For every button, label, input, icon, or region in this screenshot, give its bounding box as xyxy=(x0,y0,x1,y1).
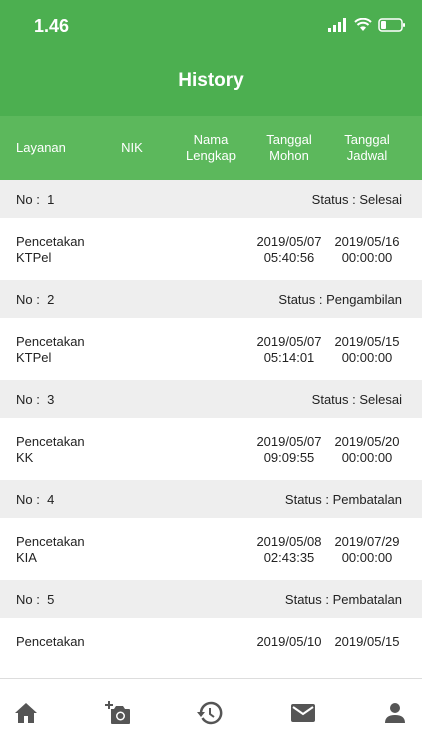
layanan-cell: Pencetakan KIA xyxy=(16,534,85,565)
history-list[interactable]: No : 1 Status : Selesai Pencetakan KTPel… xyxy=(0,180,422,678)
mail-icon xyxy=(291,704,315,722)
table-header: Layanan NIK Nama Lengkap Tanggal Mohon T… xyxy=(0,116,422,180)
app-bar: History xyxy=(0,52,422,116)
tanggal-mohon-cell: 2019/05/07 05:40:56 xyxy=(256,234,322,265)
table-row[interactable]: Pencetakan KTPel 2019/05/07 05:14:01 201… xyxy=(0,318,422,380)
tanggal-mohon-cell: 2019/05/07 05:14:01 xyxy=(256,334,322,365)
tanggal-jadwal-cell: 2019/05/15 00:00:00 xyxy=(334,334,400,365)
nav-profile-button[interactable] xyxy=(373,691,417,735)
record-status: Status : Pembatalan xyxy=(284,491,402,507)
record-header: No : 2 Status : Pengambilan xyxy=(0,280,422,318)
add-photo-icon xyxy=(105,701,130,724)
tanggal-mohon-cell: 2019/05/07 09:09:55 xyxy=(256,434,322,465)
page-title: History xyxy=(178,70,244,91)
tanggal-jadwal-cell: 2019/05/15 xyxy=(334,634,400,649)
record-number: No : 5 xyxy=(16,591,55,607)
tanggal-jadwal-cell: 2019/07/29 00:00:00 xyxy=(334,534,400,565)
record-number: No : 3 xyxy=(16,391,55,407)
column-tanggal-jadwal: Tanggal Jadwal xyxy=(344,132,390,163)
history-icon xyxy=(197,701,223,725)
column-tanggal-mohon: Tanggal Mohon xyxy=(266,132,312,163)
tanggal-jadwal-cell: 2019/05/16 00:00:00 xyxy=(334,234,400,265)
table-row[interactable]: Pencetakan KTPel 2019/05/07 05:40:56 201… xyxy=(0,218,422,280)
record-number: No : 2 xyxy=(16,291,55,307)
column-nik: NIK xyxy=(121,140,143,155)
record-header: No : 4 Status : Pembatalan xyxy=(0,480,422,518)
tanggal-mohon-cell: 2019/05/10 xyxy=(256,634,322,649)
nav-mail-button[interactable] xyxy=(281,691,325,735)
nav-home-button[interactable] xyxy=(4,691,48,735)
system-icons xyxy=(328,18,406,32)
layanan-cell: Pencetakan xyxy=(16,634,85,649)
home-icon xyxy=(15,703,37,723)
record-status: Status : Selesai xyxy=(311,191,402,207)
battery-icon xyxy=(378,18,405,32)
table-row[interactable]: Pencetakan 2019/05/10 2019/05/15 xyxy=(0,618,422,678)
record-status: Status : Selesai xyxy=(311,391,402,407)
layanan-cell: Pencetakan KK xyxy=(16,434,85,465)
layanan-cell: Pencetakan KTPel xyxy=(16,234,85,265)
status-bar: 1.46 xyxy=(0,0,422,52)
record-number: No : 4 xyxy=(16,491,55,507)
nav-add-photo-button[interactable] xyxy=(96,691,140,735)
bottom-nav xyxy=(0,678,422,750)
tanggal-mohon-cell: 2019/05/08 02:43:35 xyxy=(256,534,322,565)
column-nama-lengkap: Nama Lengkap xyxy=(186,132,236,163)
record-status: Status : Pembatalan xyxy=(284,591,402,607)
status-time: 1.46 xyxy=(34,16,70,36)
tanggal-jadwal-cell: 2019/05/20 00:00:00 xyxy=(334,434,400,465)
table-row[interactable]: Pencetakan KK 2019/05/07 09:09:55 2019/0… xyxy=(0,418,422,480)
record-status: Status : Pengambilan xyxy=(278,291,402,307)
wifi-icon xyxy=(354,18,372,31)
record-number: No : 1 xyxy=(16,191,55,207)
person-icon xyxy=(385,703,405,723)
record-header: No : 5 Status : Pembatalan xyxy=(0,580,422,618)
record-header: No : 1 Status : Selesai xyxy=(0,180,422,218)
signal-icon xyxy=(328,18,346,32)
table-row[interactable]: Pencetakan KIA 2019/05/08 02:43:35 2019/… xyxy=(0,518,422,580)
record-header: No : 3 Status : Selesai xyxy=(0,380,422,418)
nav-history-button[interactable] xyxy=(188,691,232,735)
column-layanan: Layanan xyxy=(16,140,66,155)
layanan-cell: Pencetakan KTPel xyxy=(16,334,85,365)
